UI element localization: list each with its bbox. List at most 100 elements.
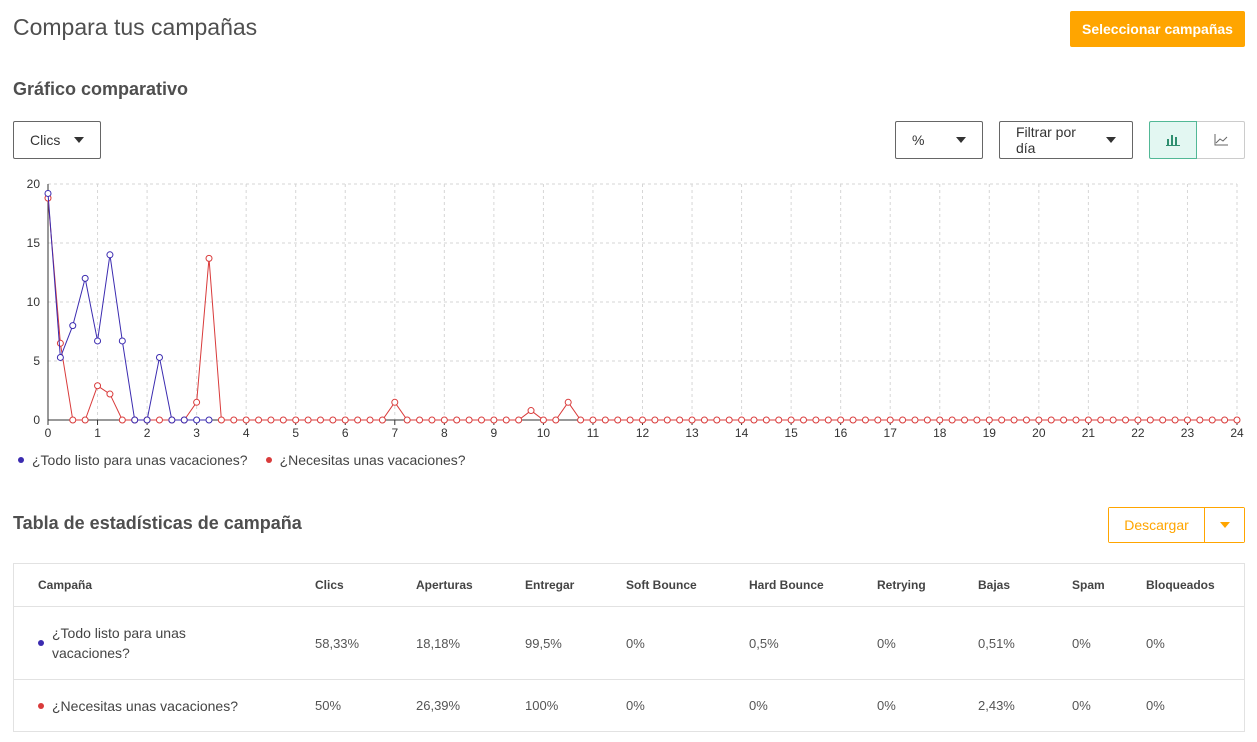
legend-item-series-2[interactable]: ¿Necesitas unas vacaciones? bbox=[265, 452, 466, 468]
data-point-series-2 bbox=[155, 416, 163, 424]
x-tick-label: 7 bbox=[391, 426, 398, 440]
chart-grid bbox=[48, 183, 1238, 420]
data-point-series-2 bbox=[886, 416, 894, 424]
line-view-toggle[interactable] bbox=[1197, 121, 1245, 159]
bar-view-toggle[interactable] bbox=[1149, 121, 1197, 159]
column-header-hard-bounce[interactable]: Hard Bounce bbox=[749, 564, 824, 606]
x-tick-label: 12 bbox=[636, 426, 650, 440]
data-point-series-2 bbox=[477, 416, 485, 424]
data-point-series-2 bbox=[56, 339, 64, 347]
data-point-series-2 bbox=[577, 416, 585, 424]
data-point-series-2 bbox=[416, 416, 424, 424]
day-filter-select[interactable]: Filtrar por día bbox=[999, 121, 1133, 159]
x-tick-label: 8 bbox=[441, 426, 448, 440]
data-point-series-2 bbox=[1233, 416, 1241, 424]
x-tick-label: 21 bbox=[1082, 426, 1096, 440]
column-header-soft-bounce[interactable]: Soft Bounce bbox=[626, 564, 697, 606]
campaign-name: ¿Todo listo para unas vacaciones? bbox=[52, 625, 186, 661]
hard-bounce-value: 0% bbox=[749, 698, 768, 713]
data-point-series-2 bbox=[948, 416, 956, 424]
data-point-series-2 bbox=[428, 416, 436, 424]
x-tick-label: 14 bbox=[735, 426, 749, 440]
campaign-color-dot bbox=[38, 640, 44, 646]
data-point-series-2 bbox=[1171, 416, 1179, 424]
y-tick-label: 10 bbox=[27, 295, 41, 309]
data-point-series-2 bbox=[800, 416, 808, 424]
data-point-series-2 bbox=[1134, 416, 1142, 424]
y-tick-label: 5 bbox=[33, 354, 40, 368]
data-point-series-2 bbox=[391, 398, 399, 406]
chart-legend: ¿Todo listo para unas vacaciones? ¿Neces… bbox=[18, 452, 466, 468]
campaign-name: ¿Necesitas unas vacaciones? bbox=[52, 697, 238, 714]
blocked-value: 0% bbox=[1146, 635, 1165, 651]
column-header-blocked[interactable]: Bloqueados bbox=[1146, 564, 1215, 606]
column-header-retrying[interactable]: Retrying bbox=[877, 564, 926, 606]
select-campaigns-button[interactable]: Seleccionar campañas bbox=[1070, 11, 1245, 47]
x-tick-label: 10 bbox=[537, 426, 551, 440]
data-point-series-2 bbox=[527, 407, 535, 415]
x-tick-label: 22 bbox=[1131, 426, 1145, 440]
legend-label-series-1: ¿Todo listo para unas vacaciones? bbox=[32, 452, 248, 468]
data-point-series-2 bbox=[589, 416, 597, 424]
line-chart-icon bbox=[1214, 134, 1228, 146]
data-point-series-2 bbox=[762, 416, 770, 424]
table-header-row: Campaña Clics Aperturas Entregar Soft Bo… bbox=[14, 564, 1244, 606]
data-point-series-2 bbox=[700, 416, 708, 424]
data-point-series-1 bbox=[106, 251, 114, 259]
x-tick-label: 19 bbox=[983, 426, 997, 440]
data-point-series-1 bbox=[94, 337, 102, 345]
data-point-series-2 bbox=[936, 416, 944, 424]
data-point-series-1 bbox=[56, 353, 64, 361]
data-point-series-2 bbox=[490, 416, 498, 424]
data-point-series-2 bbox=[230, 416, 238, 424]
chart-section-title: Gráfico comparativo bbox=[13, 79, 189, 99]
data-point-series-2 bbox=[193, 398, 201, 406]
data-point-series-2 bbox=[242, 416, 250, 424]
comparison-line-chart: 051015200 1 2 3 4 5 6 7 8 9 10 11 12 13 14 15 16 17 18 19 20… bbox=[27, 177, 1244, 440]
metric-select[interactable]: Clics bbox=[13, 121, 101, 159]
delivered-value: 99,5% bbox=[525, 635, 562, 651]
data-point-series-2 bbox=[874, 416, 882, 424]
unit-select-value: % bbox=[912, 132, 925, 148]
column-header-clicks[interactable]: Clics bbox=[315, 564, 344, 606]
clicks-value: 50% bbox=[315, 698, 342, 713]
column-header-delivered[interactable]: Entregar bbox=[525, 564, 574, 606]
data-point-series-2 bbox=[998, 416, 1006, 424]
data-point-series-2 bbox=[1159, 416, 1167, 424]
unsubscribes-value: 2,43% bbox=[978, 698, 1015, 713]
data-point-series-2 bbox=[502, 416, 510, 424]
data-point-series-2 bbox=[515, 416, 523, 424]
column-header-spam[interactable]: Spam bbox=[1072, 564, 1105, 606]
x-tick-label: 20 bbox=[1032, 426, 1046, 440]
unit-select[interactable]: % bbox=[895, 121, 983, 159]
y-tick-label: 0 bbox=[33, 413, 40, 427]
data-point-series-2 bbox=[552, 416, 560, 424]
column-header-unsubscribes[interactable]: Bajas bbox=[978, 564, 1010, 606]
download-button[interactable]: Descargar bbox=[1109, 508, 1205, 542]
bar-chart-icon bbox=[1166, 135, 1180, 146]
x-tick-label: 9 bbox=[491, 426, 498, 440]
data-point-series-2 bbox=[378, 416, 386, 424]
download-options-button[interactable] bbox=[1205, 508, 1244, 542]
legend-item-series-1[interactable]: ¿Todo listo para unas vacaciones? bbox=[18, 452, 248, 468]
retrying-value: 0% bbox=[877, 635, 896, 651]
data-point-series-2 bbox=[564, 398, 572, 406]
data-point-series-2 bbox=[899, 416, 907, 424]
data-point-series-2 bbox=[973, 416, 981, 424]
data-point-series-2 bbox=[923, 416, 931, 424]
column-header-campaign[interactable]: Campaña bbox=[38, 564, 298, 606]
caret-down-icon bbox=[1219, 522, 1230, 528]
data-point-series-2 bbox=[1221, 416, 1229, 424]
column-header-opens[interactable]: Aperturas bbox=[416, 564, 473, 606]
x-tick-label: 6 bbox=[342, 426, 349, 440]
data-point-series-2 bbox=[539, 416, 547, 424]
x-tick-label: 15 bbox=[784, 426, 798, 440]
campaign-color-dot bbox=[38, 702, 44, 709]
data-point-series-2 bbox=[403, 416, 411, 424]
data-point-series-2 bbox=[267, 416, 275, 424]
data-point-series-2 bbox=[663, 416, 671, 424]
data-point-series-2 bbox=[738, 416, 746, 424]
x-tick-label: 18 bbox=[933, 426, 947, 440]
data-point-series-1 bbox=[168, 416, 176, 424]
data-point-series-2 bbox=[725, 416, 733, 424]
